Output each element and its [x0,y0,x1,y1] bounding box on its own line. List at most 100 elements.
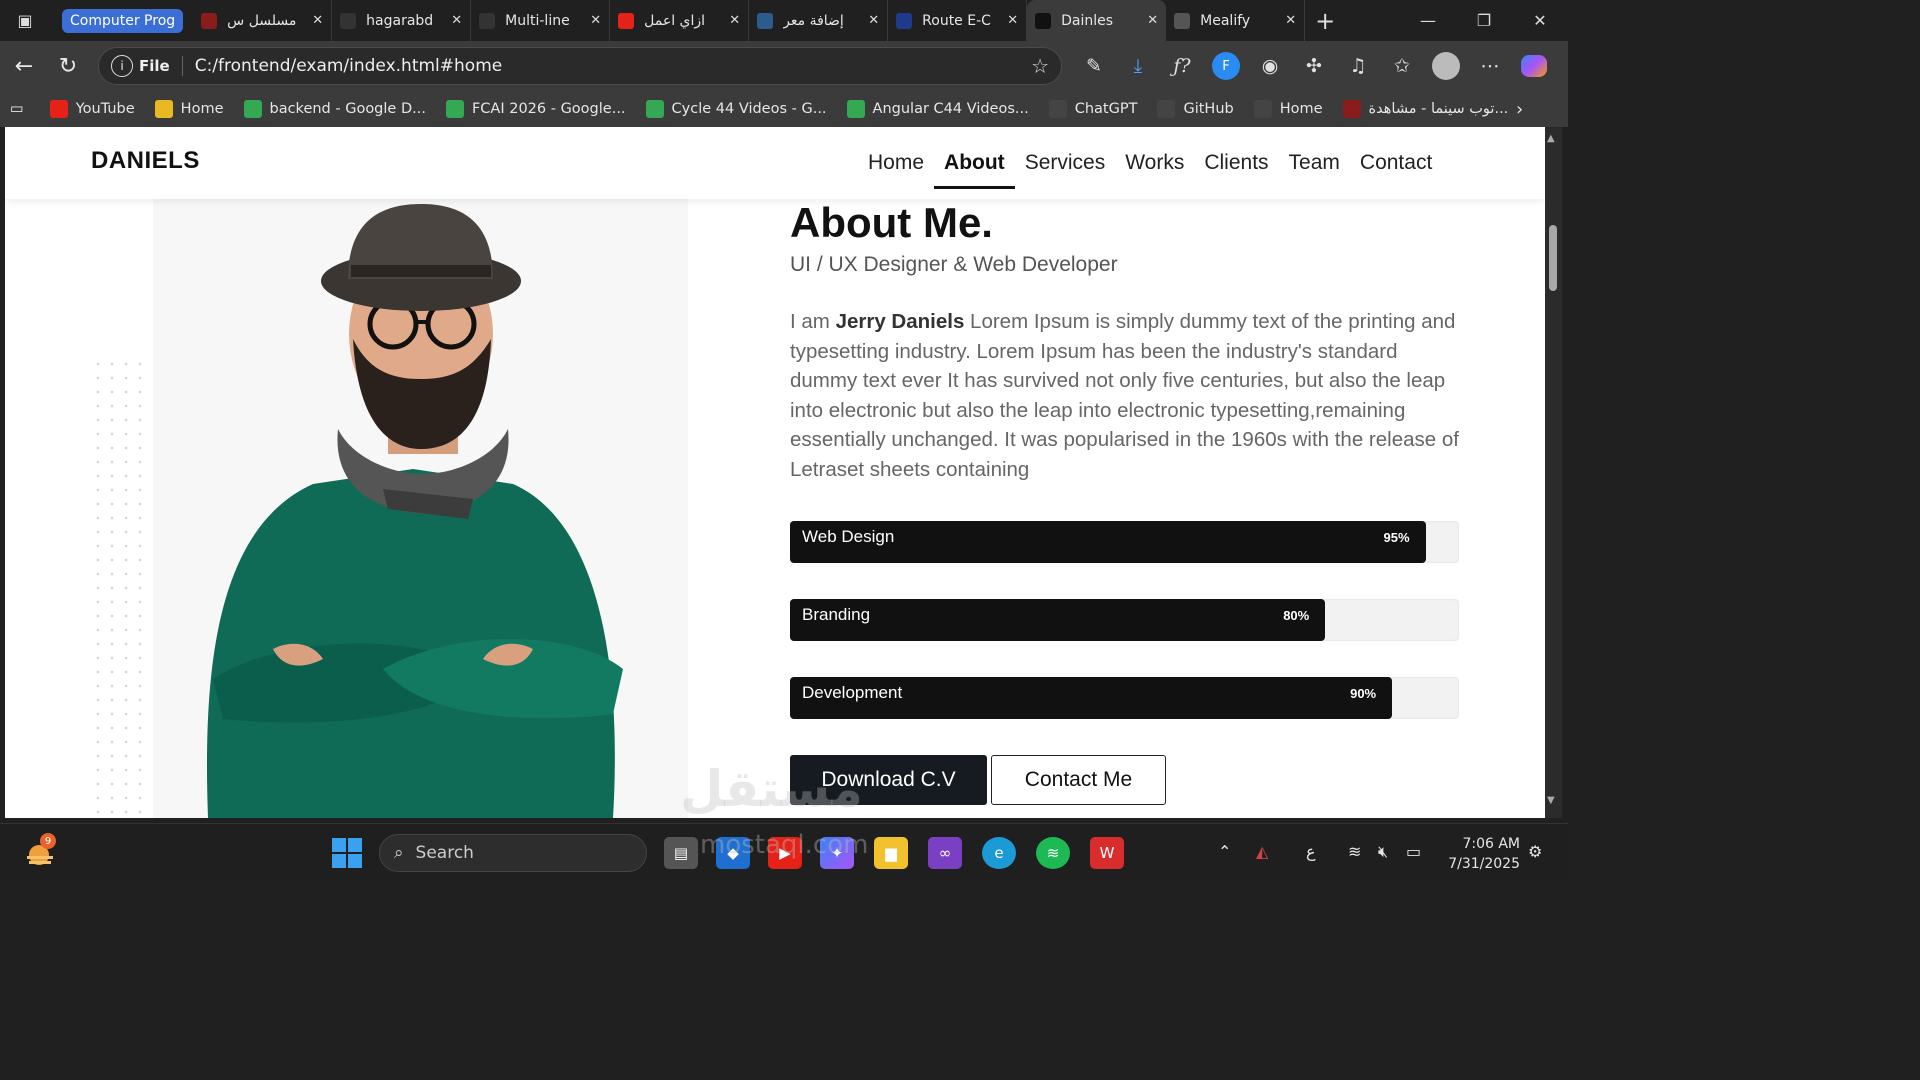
nav-link-about[interactable]: About [934,127,1015,199]
favorite-star-icon[interactable]: ☆ [1031,54,1049,78]
scroll-up-arrow-icon[interactable]: ▲ [1547,133,1555,144]
start-button[interactable] [332,838,362,868]
tab-label: إضافة معر [783,12,844,29]
info-icon[interactable]: i [111,55,133,77]
clock[interactable]: 7:06 AM 7/31/2025 [1440,834,1520,874]
more-menu-icon[interactable]: ⋯ [1468,46,1512,86]
tab-2[interactable]: Multi-line ✕ [471,0,611,41]
tab-close-icon[interactable]: ✕ [590,13,601,28]
contact-me-button[interactable]: Contact Me [991,755,1166,805]
extension-circle-icon[interactable]: ◉ [1248,46,1292,86]
scroll-down-arrow-icon[interactable]: ▼ [1547,795,1555,806]
bookmark-icon [1157,100,1176,118]
url-text[interactable]: C:/frontend/exam/index.html#home [195,56,503,76]
spotify-icon[interactable]: ≋ [1036,837,1070,869]
bookmark-item[interactable]: GitHub [1157,100,1234,118]
scrollbar-thumb[interactable] [1549,225,1557,291]
tray-chevron-up-icon[interactable]: ⌃ [1218,842,1231,861]
nav-link-clients[interactable]: Clients [1204,127,1268,199]
tab-label: مسلسل س [227,12,297,29]
bookmark-label: FCAI 2026 - Google... [471,101,626,117]
close-window-button[interactable]: ✕ [1512,0,1568,41]
taskbar-search[interactable]: ⌕ Search [379,834,647,872]
tab-close-icon[interactable]: ✕ [1285,13,1296,28]
bookmark-item[interactable]: FCAI 2026 - Google... [445,100,626,118]
minimize-button[interactable]: — [1400,0,1456,41]
nav-link-contact[interactable]: Contact [1360,127,1432,199]
media-icon[interactable]: ♫ [1336,46,1380,86]
address-bar[interactable]: i File C:/frontend/exam/index.html#home … [98,47,1062,85]
extensions-icon[interactable]: ✣ [1292,46,1336,86]
tab-5[interactable]: Route E-C ✕ [888,0,1028,41]
site-navbar: DANIELS Home About Services Works Clients Tea… [5,127,1545,199]
page-scrollbar[interactable]: ▲ ▼ [1545,127,1562,818]
bookmark-item[interactable]: YouTube [49,100,135,118]
tab-close-icon[interactable]: ✕ [729,13,740,28]
tab-label: hagarabd [366,12,434,29]
tab-4[interactable]: إضافة معر ✕ [749,0,889,41]
tab-actions-icon[interactable]: ▣ [0,0,50,41]
tab-0[interactable]: مسلسل س ✕ [193,0,333,41]
tab-3[interactable]: ازاي اعمل ✕ [610,0,750,41]
nav-link-works[interactable]: Works [1125,127,1184,199]
globe-icon [1174,12,1191,29]
wps-office-icon[interactable]: W [1090,837,1124,869]
nav-link-team[interactable]: Team [1289,127,1340,199]
bookmark-icon [846,100,865,118]
bookmark-item[interactable]: Angular C44 Videos... [846,100,1029,118]
tab-close-icon[interactable]: ✕ [451,13,462,28]
bookmark-icon [1342,100,1361,118]
profile-avatar-icon[interactable] [1424,46,1468,86]
refresh-button[interactable]: ↻ [48,46,88,86]
skill-percent: 90% [1350,686,1377,701]
battery-icon[interactable]: ▭ [1406,842,1421,861]
download-icon[interactable]: ⤓ [1116,46,1160,86]
about-paragraph: I am Jerry Daniels Lorem Ipsum is simply… [790,307,1470,484]
tab-close-icon[interactable]: ✕ [1147,13,1158,28]
site-brand[interactable]: DANIELS [91,147,200,175]
file-app-icon[interactable]: ▤ [664,837,698,869]
bookmark-label: GitHub [1183,101,1234,117]
language-indicator[interactable]: ع [1306,842,1316,861]
tab-close-icon[interactable]: ✕ [1007,13,1018,28]
notifications-icon[interactable]: ⚙︎ [1528,842,1542,861]
favorites-icon[interactable]: ✩ [1380,46,1424,86]
bookmark-item[interactable]: Home [1253,100,1323,118]
nav-link-services[interactable]: Services [1025,127,1106,199]
volume-mute-icon[interactable]: 🔇︎ [1378,842,1388,862]
tab-group-label[interactable]: Computer Prog [62,8,184,33]
back-button[interactable]: ← [4,46,44,86]
skill-bar: Branding 80% [790,599,1459,641]
tab-1[interactable]: hagarabd ✕ [332,0,472,41]
restore-button[interactable]: ❐ [1456,0,1512,41]
visual-studio-icon[interactable]: ∞ [928,837,962,869]
bookmark-item[interactable]: ChatGPT [1048,100,1137,118]
bookmark-item[interactable]: توب سينما - مشاهدة... [1342,100,1508,118]
pen-icon[interactable]: ✎ [1072,46,1116,86]
antivirus-icon[interactable]: ◭ [1256,842,1268,861]
bookmark-label: Home [1279,101,1323,117]
tab-close-icon[interactable]: ✕ [312,13,323,28]
new-tab-button[interactable]: + [1305,0,1345,41]
skill-bar: Web Design 95% [790,521,1459,563]
nav-link-home[interactable]: Home [868,127,924,199]
bookmark-icon [243,100,262,118]
font-icon[interactable]: ƒ? [1160,46,1204,86]
chevron-right-icon[interactable]: › [1516,99,1523,120]
edge-icon[interactable]: e [982,837,1016,869]
tab-close-icon[interactable]: ✕ [868,13,879,28]
copilot-icon[interactable] [1512,46,1556,86]
file-explorer-icon[interactable]: ▆ [874,837,908,869]
skill-name: Development [802,683,903,702]
bookmark-item[interactable]: Cycle 44 Videos - G... [645,100,827,118]
bookmark-item[interactable]: Home [154,100,224,118]
tab-7[interactable]: Mealify ✕ [1166,0,1306,41]
extension-f-icon[interactable]: F [1204,46,1248,86]
bookmark-label: Home [180,101,224,117]
tab-label: ازاي اعمل [644,12,706,29]
bookmark-item[interactable]: backend - Google D... [243,100,426,118]
bookmark-icon [1253,100,1272,118]
tab-6[interactable]: Dainles ✕ [1027,0,1167,41]
wifi-icon[interactable]: ≋ [1348,842,1361,861]
collections-icon[interactable]: ▭ [10,101,24,117]
